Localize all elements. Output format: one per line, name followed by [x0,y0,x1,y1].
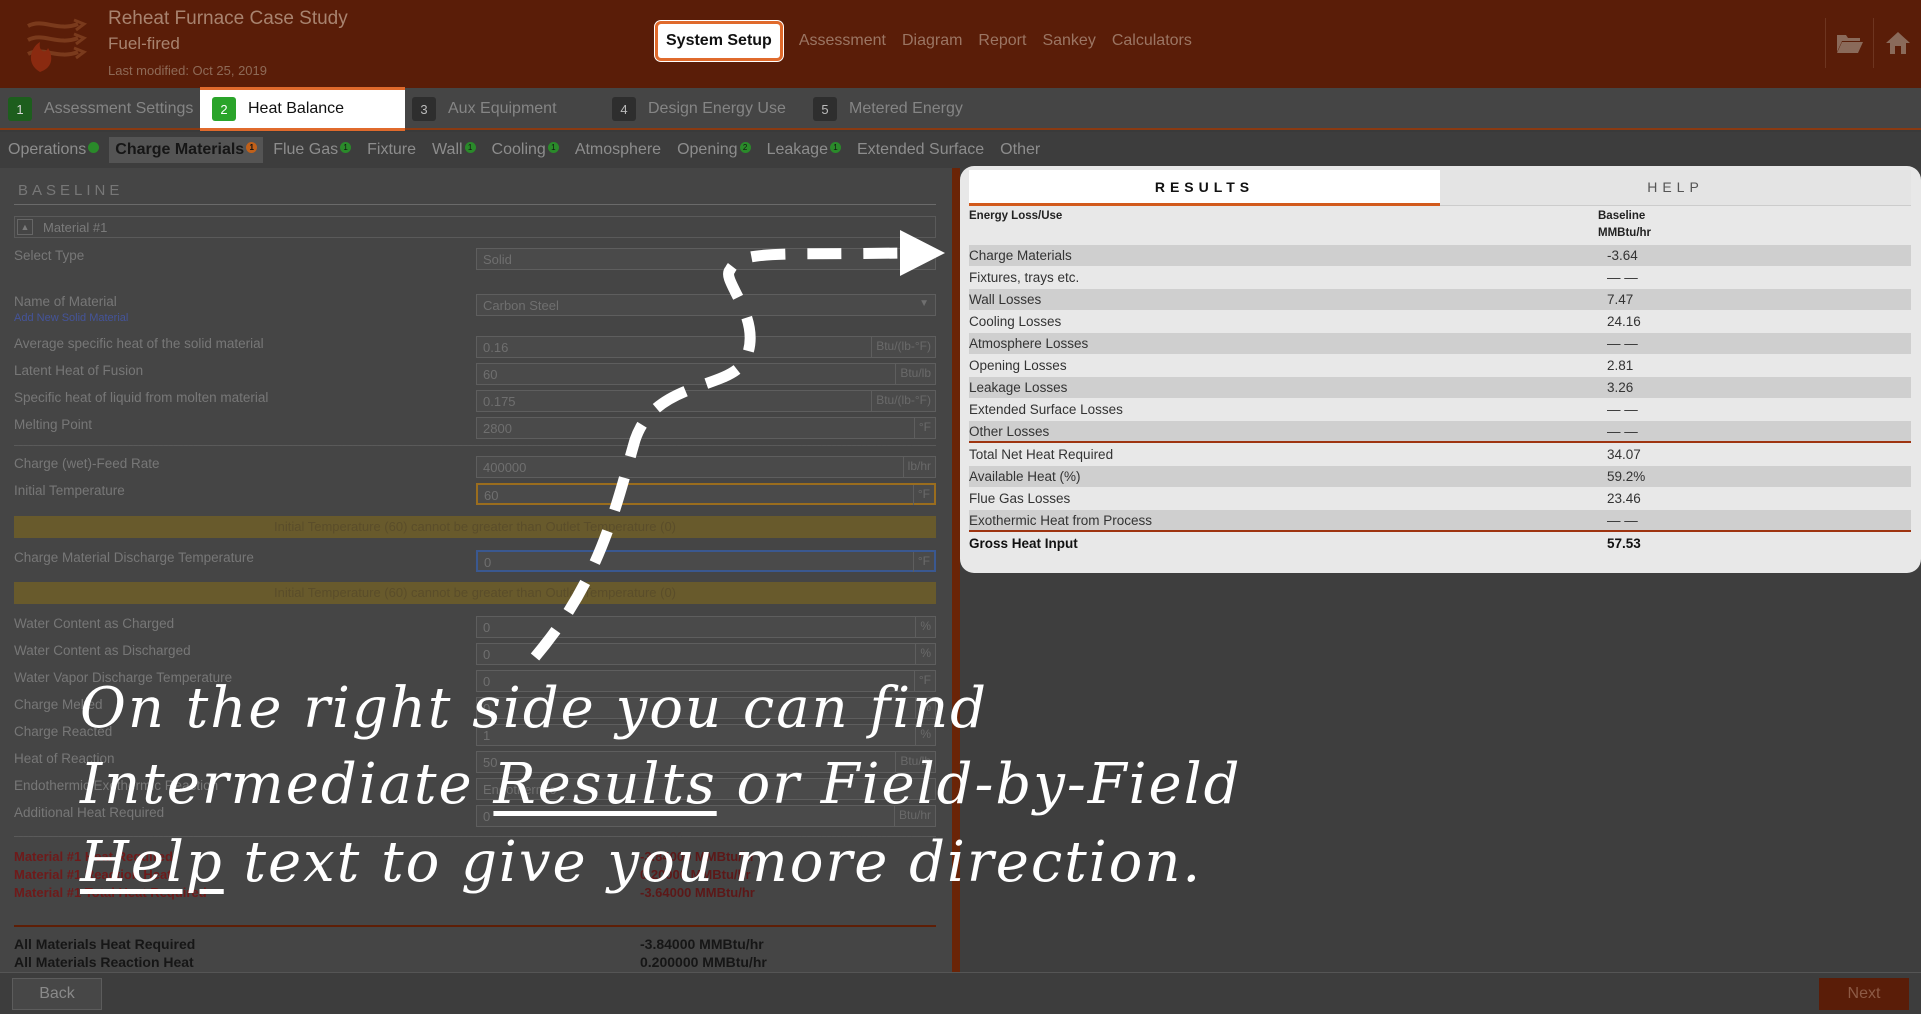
callout-line: On the right side you can find [80,676,989,741]
callout-line: Intermediate Results or Field-by-Field [80,752,1241,817]
callout-emphasis: Help [80,830,224,895]
callout-text: or Field-by-Field [716,752,1242,817]
callout-text: Intermediate [80,752,494,817]
arrowhead-icon [900,230,945,276]
callout-text: text to give you more direction. [223,830,1203,895]
callout-emphasis: Results [493,752,717,817]
callout-line: Help text to give you more direction. [80,830,1202,895]
